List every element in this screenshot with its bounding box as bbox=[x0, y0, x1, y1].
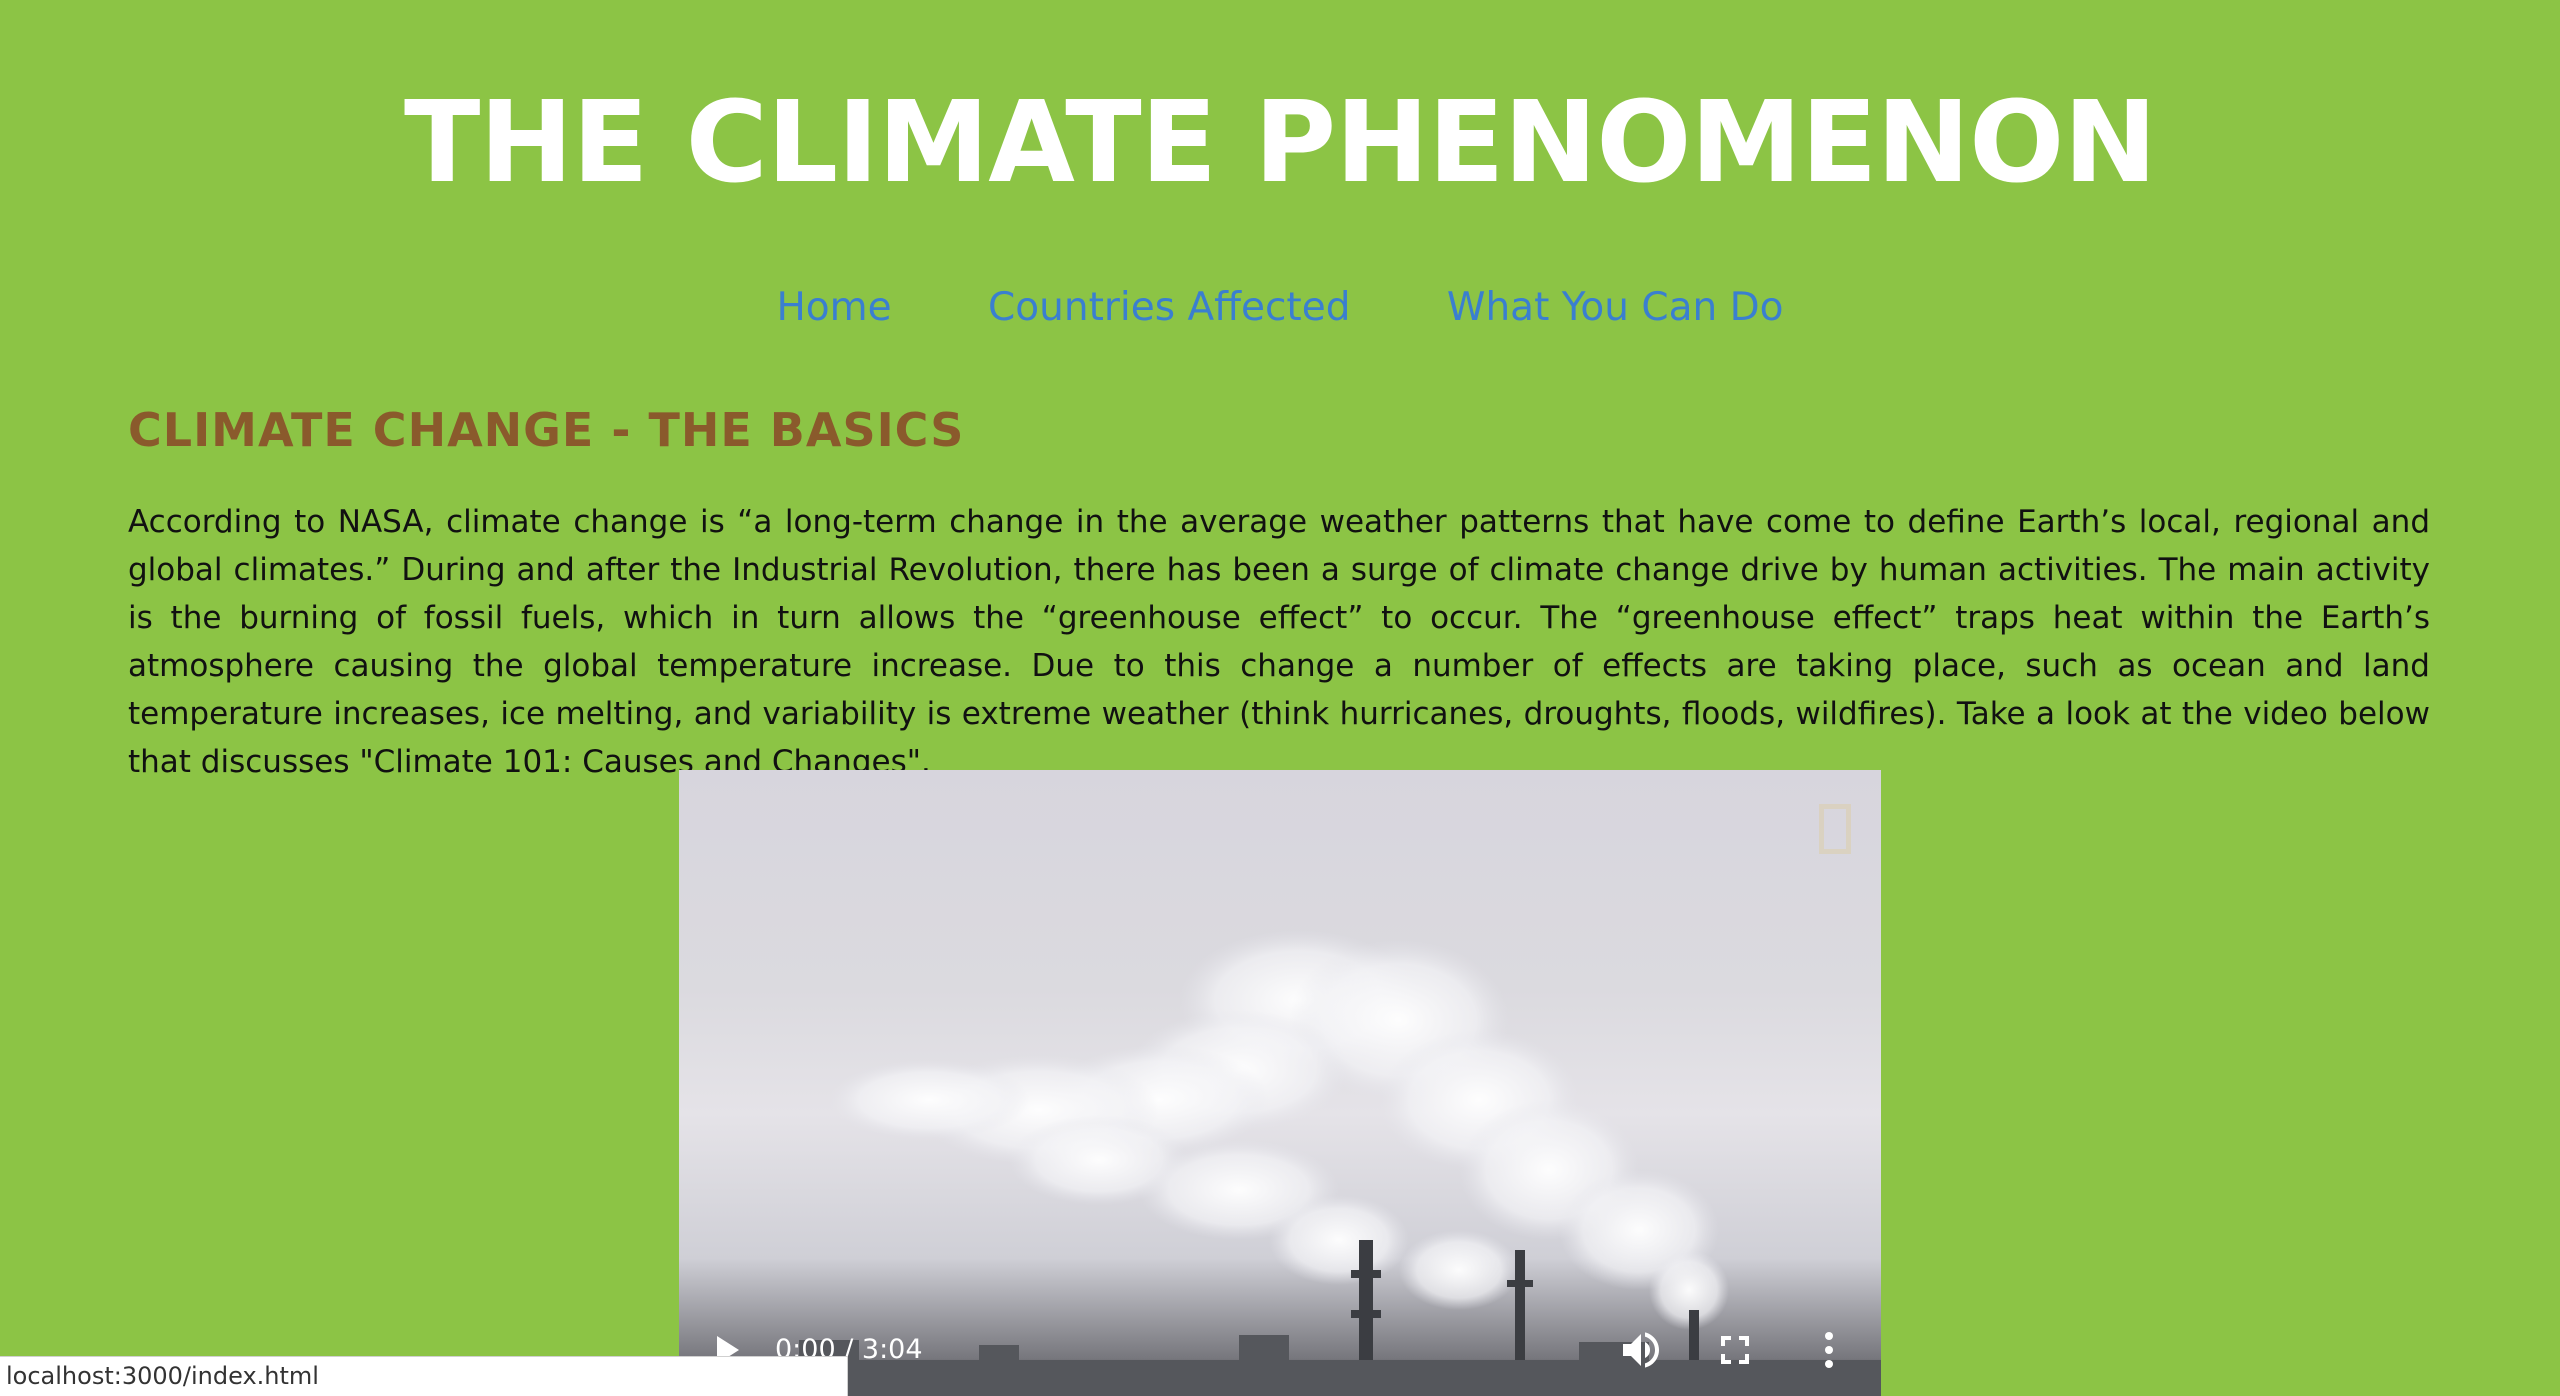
more-options-icon[interactable] bbox=[1805, 1326, 1853, 1374]
section-heading: CLIMATE CHANGE - THE BASICS bbox=[128, 403, 965, 457]
nav-link-home[interactable]: Home bbox=[776, 285, 891, 330]
nav-link-what-you-can-do[interactable]: What You Can Do bbox=[1447, 285, 1784, 330]
intro-paragraph: According to NASA, climate change is “a … bbox=[128, 504, 2430, 780]
volume-icon[interactable] bbox=[1617, 1326, 1665, 1374]
video-controls: 0:00 / 3:04 bbox=[679, 1296, 1881, 1396]
fullscreen-icon[interactable] bbox=[1711, 1326, 1759, 1374]
site-title: THE CLIMATE PHENOMENON bbox=[403, 78, 2157, 208]
main-nav: Home Countries Affected What You Can Do bbox=[0, 278, 2560, 338]
nav-link-countries-affected[interactable]: Countries Affected bbox=[988, 285, 1350, 330]
status-bar-url: localhost:3000/index.html bbox=[0, 1356, 848, 1396]
channel-logo-icon bbox=[1819, 804, 1851, 854]
video-player[interactable]: 0:00 / 3:04 bbox=[679, 770, 1881, 1396]
